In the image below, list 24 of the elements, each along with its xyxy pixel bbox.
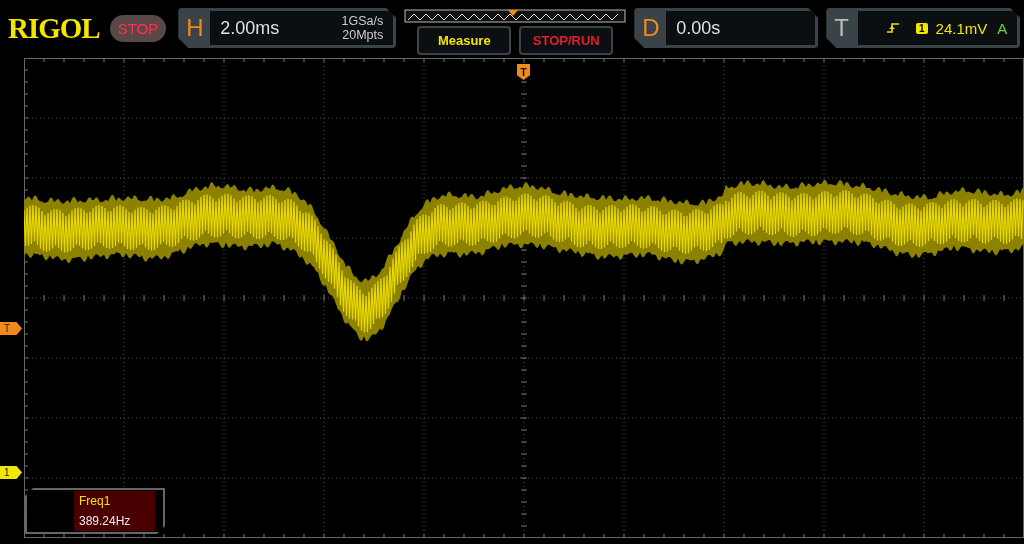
measure-button[interactable]: Measure (417, 25, 512, 55)
trigger-source-badge: 1 (916, 22, 928, 34)
sample-rate: 1GSa/s (341, 14, 384, 28)
horizontal-label: H (186, 14, 205, 42)
stop-run-button[interactable]: STOP/RUN (519, 25, 614, 55)
channel-offset-marker[interactable]: 1 (0, 466, 22, 479)
memory-depth: 20Mpts (342, 28, 384, 42)
trigger-level: 24.1mV (935, 19, 988, 37)
measurement-panel[interactable]: Freq1 389.24Hz (25, 488, 165, 534)
delay-panel[interactable]: D 0.00s (634, 8, 819, 48)
horizontal-panel[interactable]: H 2.00ms 1GSa/s 20Mpts (178, 8, 397, 48)
delay-value: 0.00s (676, 17, 721, 39)
run-status-badge: STOP (109, 14, 167, 42)
trigger-level-marker[interactable]: T (0, 322, 22, 335)
trigger-position-marker[interactable]: T (517, 64, 530, 80)
trigger-mode: A (997, 19, 1008, 37)
measurement-value: 389.24Hz (79, 514, 132, 528)
trigger-label: T (834, 14, 850, 42)
timebase-value: 2.00ms (220, 17, 280, 39)
delay-label: D (642, 14, 661, 42)
brand-logo: RIGOL (8, 11, 100, 45)
trigger-panel[interactable]: T 1 24.1mV A (826, 8, 1021, 48)
rising-edge-icon (886, 21, 900, 35)
measurement-name: Freq1 (79, 494, 112, 508)
